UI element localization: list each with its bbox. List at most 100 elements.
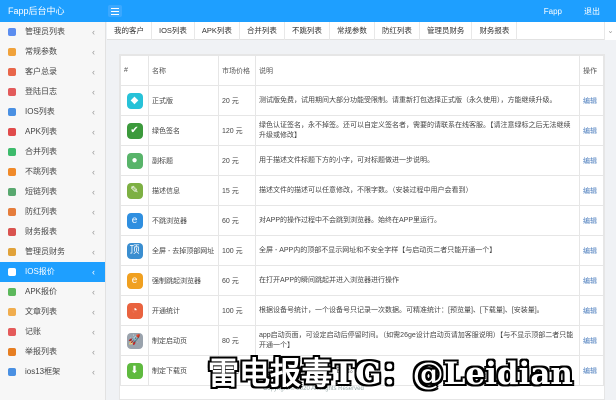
sidebar-item-label: IOS列表 [25, 107, 55, 116]
tab-item[interactable]: IOS列表 [152, 21, 195, 40]
tabs-scroll-arrow-icon[interactable]: ⌄ [604, 22, 616, 40]
user-icon [8, 28, 16, 36]
column-header-index: # [120, 55, 149, 86]
sidebar-item-label: 记账 [25, 327, 41, 336]
row-price: 120 元 [218, 115, 256, 146]
row-description: 对APP的操作过程中不会跳到浏览器。始终在APP里运行。 [255, 205, 580, 236]
sidebar-item-label: ios13框架 [25, 367, 61, 376]
sidebar-item[interactable]: 管理员列表 ‹ [0, 22, 105, 42]
shield-icon [8, 208, 16, 216]
top-icon: 顶 [126, 242, 143, 259]
row-price: 100 元 [218, 295, 256, 326]
check-icon: ✔ [126, 122, 143, 139]
row-icon-cell: e [120, 205, 149, 236]
rocket-icon: 🚀 [126, 332, 143, 349]
tab-item[interactable]: 常规参数 [330, 21, 375, 40]
sidebar-item[interactable]: ios13框架 ‹ [0, 362, 105, 382]
row-icon-cell: e [120, 265, 149, 296]
sidebar-item[interactable]: 防红列表 ‹ [0, 202, 105, 222]
ledger-icon [8, 328, 16, 336]
tab-item[interactable]: 财务报表 [472, 21, 518, 40]
sidebar-item-label: 短链列表 [25, 187, 57, 196]
logout-link[interactable]: 退出 [584, 6, 600, 17]
row-name: 绿色签名 [148, 115, 219, 146]
table-header-row: # 名称 市场价格 说明 操作 [120, 55, 604, 86]
android-icon [8, 288, 16, 296]
table-row: ✔ 绿色签名 120 元绿色认证签名，永不掉签。还可以自定义签名者，需要的请联系在线… [120, 115, 604, 146]
row-op-cell: 编辑 [579, 175, 604, 206]
sidebar-item[interactable]: 不跳列表 ‹ [0, 162, 105, 182]
stats-icon: ◔ [126, 302, 143, 319]
sidebar-item[interactable]: APK列表 ‹ [0, 122, 105, 142]
row-op-cell: 编辑 [579, 235, 604, 266]
browser-icon: e [126, 272, 143, 289]
chevron-left-icon: ‹ [92, 347, 95, 357]
table-row: e 强制跳起浏览器 60 元在打开APP的瞬间跳起并进入浏览器进行操作 编辑 [120, 265, 604, 296]
sidebar-item[interactable]: 合并列表 ‹ [0, 142, 105, 162]
chevron-left-icon: ‹ [92, 247, 95, 257]
tab-item[interactable]: 合并列表 [240, 21, 285, 40]
tab-item[interactable]: APK列表 [195, 21, 240, 40]
badge-icon: ● [126, 152, 143, 169]
sidebar-item[interactable]: 登陆日志 ‹ [0, 82, 105, 102]
sidebar-item[interactable]: 举报列表 ‹ [0, 342, 105, 362]
table-row: ✎ 描述信息 15 元描述文件的描述可以任意修改，不限字数。（安装过程中用户会看到）… [120, 175, 604, 206]
row-name: 正式版 [148, 85, 219, 116]
tab-item[interactable]: 不跳列表 [285, 21, 330, 40]
row-price: 20 元 [218, 145, 256, 176]
sidebar-item-label: 文章列表 [25, 307, 57, 316]
chevron-left-icon: ‹ [92, 267, 95, 277]
chevron-left-icon: ‹ [92, 227, 95, 237]
sidebar-item[interactable]: 财务报表 ‹ [0, 222, 105, 242]
chevron-left-icon: ‹ [92, 327, 95, 337]
edit-link[interactable]: 编辑 [583, 128, 597, 135]
sidebar-item[interactable]: 短链列表 ‹ [0, 182, 105, 202]
row-icon-cell: ◆ [120, 85, 149, 116]
menu-toggle-icon[interactable] [108, 5, 122, 17]
sidebar-nav: 管理员列表 ‹ 常规参数 ‹ 客户总录 ‹ 登陆日志 ‹ IOS列表 ‹ APK列表 ‹ 合并列表 ‹ 不跳… [0, 22, 106, 400]
sidebar-item[interactable]: 客户总录 ‹ [0, 62, 105, 82]
sidebar-item-label: IOS报价 [25, 267, 55, 276]
edit-link[interactable]: 编辑 [583, 158, 597, 165]
tab-item[interactable]: 防红列表 [375, 21, 420, 40]
sidebar-item[interactable]: 记账 ‹ [0, 322, 105, 342]
user-name-link[interactable]: Fapp [544, 7, 562, 16]
sidebar-item[interactable]: IOS列表 ‹ [0, 102, 105, 122]
edit-link[interactable]: 编辑 [583, 218, 597, 225]
edit-link[interactable]: 编辑 [583, 308, 597, 315]
row-description: 全屏 - APP内的顶部不显示网址和不安全字样【与启动页二者只能开通一个】 [255, 235, 580, 266]
row-op-cell: 编辑 [579, 145, 604, 176]
row-name: 强制跳起浏览器 [148, 265, 219, 296]
row-description: 用于描述文件标题下方的小字，可对标题做进一步说明。 [255, 145, 580, 176]
edit-link[interactable]: 编辑 [583, 188, 597, 195]
row-op-cell: 编辑 [579, 295, 604, 326]
chevron-left-icon: ‹ [92, 187, 95, 197]
link-icon [8, 188, 16, 196]
table-row: ● 副标题 20 元用于描述文件标题下方的小字，可对标题做进一步说明。 编辑 [120, 145, 604, 176]
watermark-text: 雷电报毒TG：@Leidian [208, 355, 573, 392]
edit-link[interactable]: 编辑 [583, 98, 597, 105]
sidebar-item[interactable]: 文章列表 ‹ [0, 302, 105, 322]
list-icon [8, 168, 16, 176]
tab-item[interactable]: 管理员财务 [420, 21, 473, 40]
sidebar-item-label: 不跳列表 [25, 167, 57, 176]
sidebar-item[interactable]: APK报价 ‹ [0, 282, 105, 302]
download-icon: ⬇ [126, 362, 143, 379]
row-description: 绿色认证签名，永不掉签。还可以自定义签名者，需要的请联系在线客服。【请注意绿标之… [255, 115, 580, 146]
row-description: 在打开APP的瞬间跳起并进入浏览器进行操作 [255, 265, 580, 296]
row-name: 副标题 [148, 145, 219, 176]
sidebar-item-label: 管理员列表 [25, 27, 65, 36]
sidebar-item[interactable]: IOS报价 ‹ [0, 262, 105, 282]
sidebar-item[interactable]: 常规参数 ‹ [0, 42, 105, 62]
row-icon-cell: 🚀 [120, 325, 149, 356]
sidebar-item-label: APK列表 [25, 127, 58, 136]
gear-icon [8, 48, 16, 56]
table-row: ◆ 正式版 20 元测试版免费，试用期间大部分功能受限制。请重新打包选择正式版（永久… [120, 85, 604, 116]
row-price: 20 元 [218, 85, 256, 116]
row-description: 描述文件的描述可以任意修改，不限字数。（安装过程中用户会看到） [255, 175, 580, 206]
edit-link[interactable]: 编辑 [583, 248, 597, 255]
edit-link[interactable]: 编辑 [583, 278, 597, 285]
tab-item[interactable]: 我的客户 [107, 21, 152, 40]
sidebar-item[interactable]: 管理员财务 ‹ [0, 242, 105, 262]
chevron-left-icon: ‹ [92, 127, 95, 137]
